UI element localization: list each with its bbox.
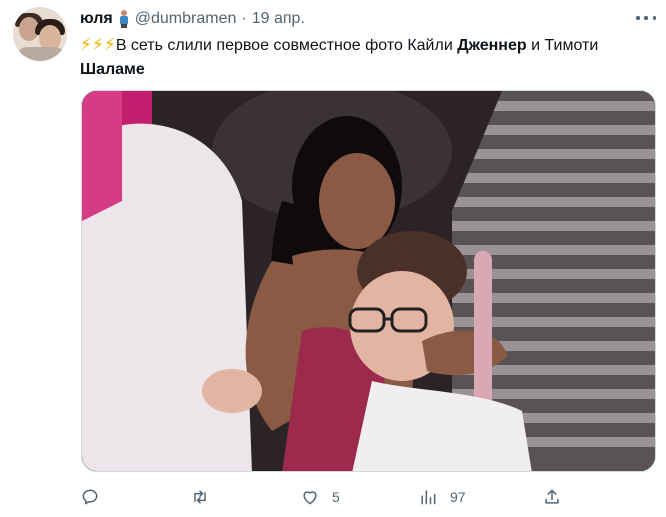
action-bar: 5 97 [80, 484, 580, 510]
share-button[interactable] [542, 484, 562, 510]
tweet-text-bold2: Шаламе [80, 61, 145, 78]
retweet-icon [194, 490, 206, 504]
tweet-text-part1: В сеть слили первое совместное фото Кайл… [115, 37, 458, 54]
photo-illustration [82, 91, 655, 471]
author-name[interactable]: юля [80, 9, 113, 29]
tweet[interactable]: юля @dumbramen · 19 апр. ⚡⚡⚡В сеть слили… [0, 0, 666, 517]
tweet-text-bold1: Дженнер [457, 37, 527, 54]
tweet-text: ⚡⚡⚡В сеть слили первое совместное фото К… [80, 33, 646, 82]
avatar[interactable] [13, 7, 67, 61]
separator-dot: · [241, 10, 247, 27]
share-icon [545, 489, 559, 504]
more-icon[interactable] [636, 10, 656, 26]
views-button[interactable]: 97 [418, 484, 466, 510]
views-icon [421, 490, 436, 505]
retweet-button[interactable] [190, 484, 210, 510]
author-handle[interactable]: @dumbramen [135, 9, 237, 29]
like-button[interactable]: 5 [300, 484, 340, 510]
person-emoji-icon [119, 10, 129, 28]
tweet-text-part2: и Тимоти [526, 37, 599, 54]
tweet-date[interactable]: 19 апр. [252, 9, 305, 29]
like-count: 5 [332, 489, 340, 505]
heart-icon [303, 491, 317, 505]
reply-button[interactable] [80, 484, 100, 510]
views-count: 97 [450, 489, 466, 505]
high-voltage-icon: ⚡⚡⚡ [80, 35, 116, 54]
tweet-header: юля @dumbramen · 19 апр. [80, 8, 305, 30]
reply-icon [82, 489, 98, 505]
tweet-image[interactable] [81, 90, 656, 472]
